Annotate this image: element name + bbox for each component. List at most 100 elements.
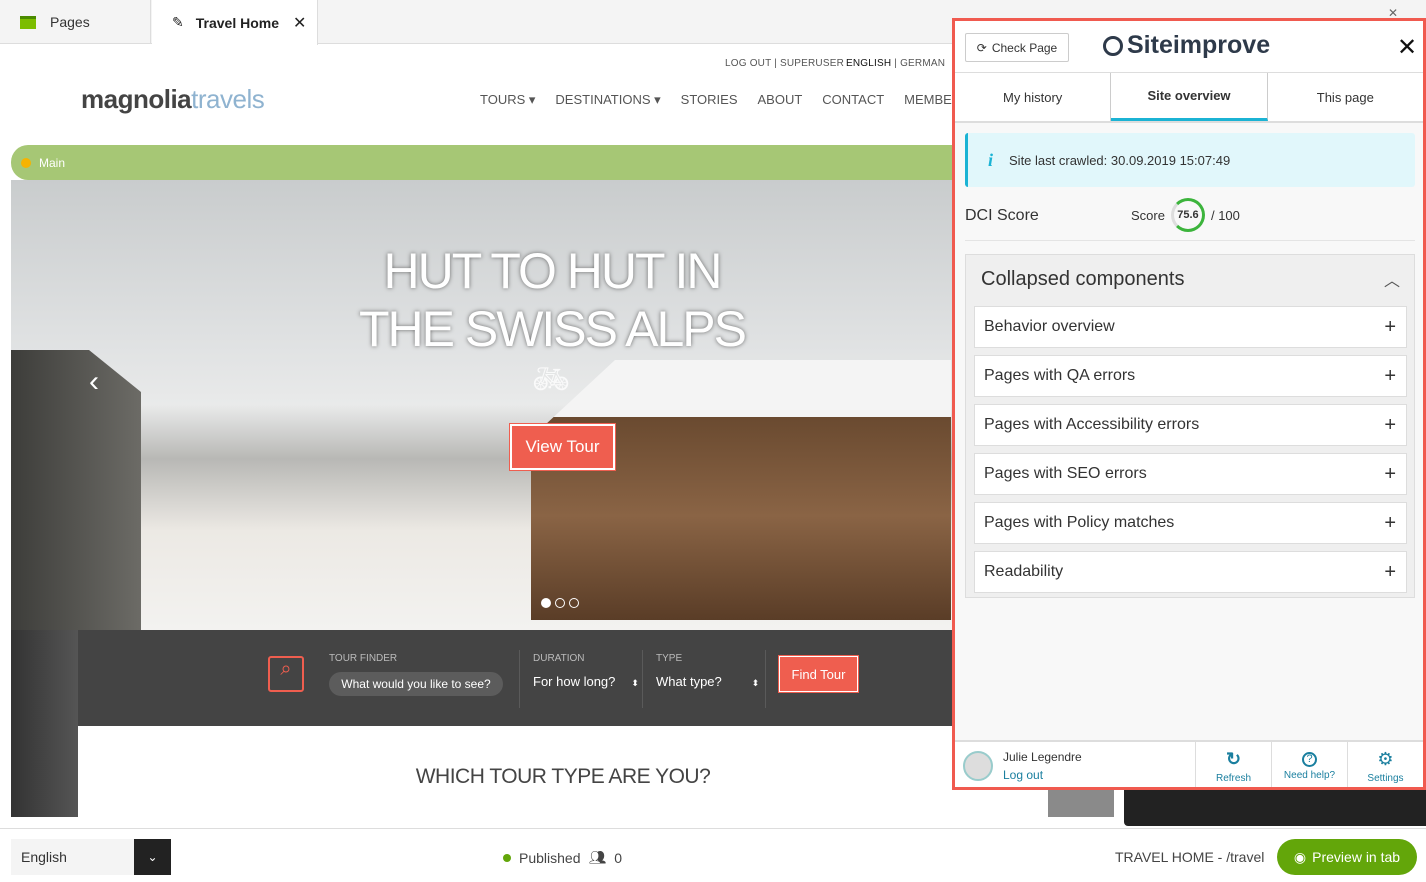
- refresh-icon: ⟳: [976, 40, 987, 55]
- hero-image-cabin: [531, 360, 951, 620]
- type-label: TYPE: [656, 653, 683, 664]
- hero-title: HUT TO HUT IN THE SWISS ALPS: [358, 243, 747, 357]
- dci-score-row: DCI Score Score 75.6/ 100: [965, 198, 1415, 241]
- logo-part1: magnolia: [81, 84, 192, 114]
- users-icon: 👥︎: [588, 849, 607, 865]
- refresh-icon: ↻: [1225, 748, 1242, 769]
- component-policy-matches[interactable]: Pages with Policy matches +: [974, 502, 1407, 544]
- status-dot-icon: [503, 853, 511, 862]
- nav-about[interactable]: ABOUT: [758, 92, 803, 108]
- logo-part2: travels: [191, 84, 265, 114]
- divider: [642, 650, 643, 708]
- panel-tabs: My history Site overview This page: [955, 73, 1423, 123]
- plus-icon: +: [1384, 315, 1396, 338]
- nav-contact[interactable]: CONTACT: [822, 92, 884, 108]
- avatar: [963, 751, 993, 781]
- prev-slide-icon[interactable]: ‹: [89, 365, 99, 399]
- main-nav: TOURS ▾ DESTINATIONS ▾ STORIES ABOUT CON…: [480, 92, 970, 108]
- section-title: WHICH TOUR TYPE ARE YOU?: [415, 765, 711, 788]
- tab-travel-home[interactable]: ✎ Travel Home ✕: [152, 0, 318, 45]
- dci-label: DCI Score: [965, 207, 1039, 224]
- thumbnail-image: [1048, 787, 1114, 817]
- publish-status: Published 👥︎ 0: [503, 849, 622, 866]
- component-accessibility-errors[interactable]: Pages with Accessibility errors +: [974, 404, 1407, 446]
- tab-site-overview[interactable]: Site overview: [1111, 73, 1268, 121]
- plus-icon: +: [1384, 560, 1396, 583]
- plus-icon: +: [1384, 511, 1396, 534]
- siteimprove-panel: ⟳ Check Page Siteimprove ✕ My history Sit…: [952, 18, 1426, 790]
- close-tab-icon[interactable]: ✕: [293, 13, 306, 33]
- tab-travel-home-label: Travel Home: [195, 14, 279, 31]
- chevron-down-icon[interactable]: ⌄: [134, 839, 171, 875]
- user-name: Julie Legendre: [1003, 750, 1082, 764]
- component-seo-errors[interactable]: Pages with SEO errors +: [974, 453, 1407, 495]
- slide-dot[interactable]: [569, 598, 579, 608]
- nav-destinations[interactable]: DESTINATIONS ▾: [555, 92, 660, 108]
- area-dot-icon: [21, 157, 31, 168]
- footer-divider: [0, 828, 1426, 829]
- help-button[interactable]: ? Need help?: [1271, 742, 1347, 787]
- collapsed-components: Collapsed components ︿ Behavior overview…: [965, 254, 1415, 598]
- site-logo[interactable]: magnoliatravels: [81, 84, 265, 115]
- area-bar-main[interactable]: Main: [11, 145, 952, 180]
- logout-link[interactable]: LOG OUT | SUPERUSER: [725, 58, 844, 69]
- crawl-info: i Site last crawled: 30.09.2019 15:07:49: [965, 133, 1415, 187]
- chevron-up-icon[interactable]: ︿: [1384, 267, 1400, 291]
- plus-icon: +: [1384, 413, 1396, 436]
- user-info: Julie Legendre Log out: [955, 742, 1195, 787]
- language-switch[interactable]: ENGLISH | GERMAN: [846, 58, 945, 69]
- component-readability[interactable]: Readability +: [974, 551, 1407, 593]
- eye-icon: ◉: [1293, 848, 1307, 865]
- score-ring: 75.6: [1170, 198, 1205, 232]
- pages-icon: [20, 15, 36, 29]
- preview-in-tab-button[interactable]: ◉ Preview in tab: [1277, 839, 1417, 875]
- hero-image-left-cabin: [11, 350, 141, 630]
- slide-dot[interactable]: [555, 598, 565, 608]
- page-path: TRAVEL HOME - /travel: [1115, 849, 1265, 865]
- gear-icon: ⚙: [1377, 748, 1394, 769]
- tab-this-page[interactable]: This page: [1268, 73, 1423, 121]
- nav-stories[interactable]: STORIES: [681, 92, 738, 108]
- slide-dots: [541, 598, 579, 608]
- plus-icon: +: [1384, 462, 1396, 485]
- divider: [765, 650, 766, 708]
- find-tour-button[interactable]: Find Tour: [778, 655, 859, 693]
- duration-select[interactable]: For how long? ⬍: [533, 674, 639, 689]
- nav-tours[interactable]: TOURS ▾: [480, 92, 535, 108]
- hero-banner: ‹ HUT TO HUT IN THE SWISS ALPS 🚲︎ View T…: [11, 180, 952, 630]
- tab-my-history[interactable]: My history: [955, 73, 1112, 121]
- tab-pages[interactable]: Pages: [0, 0, 151, 44]
- plus-icon: +: [1384, 364, 1396, 387]
- close-panel-icon[interactable]: ✕: [1397, 33, 1417, 62]
- map-search-icon: ⌕: [268, 656, 304, 692]
- slide-dot[interactable]: [541, 598, 551, 608]
- component-qa-errors[interactable]: Pages with QA errors +: [974, 355, 1407, 397]
- help-icon: ?: [1302, 751, 1317, 767]
- logout-link[interactable]: Log out: [1003, 768, 1082, 782]
- settings-button[interactable]: ⚙ Settings: [1347, 742, 1423, 787]
- bike-icon: 🚲︎: [532, 363, 571, 396]
- dark-block: [1124, 787, 1426, 826]
- check-page-button[interactable]: ⟳ Check Page: [965, 33, 1069, 62]
- info-icon: i: [988, 149, 994, 170]
- panel-footer: Julie Legendre Log out ↻ Refresh ? Need hel…: [955, 740, 1423, 787]
- dci-score: Score 75.6/ 100: [1131, 198, 1240, 232]
- lang-english[interactable]: ENGLISH: [846, 58, 891, 69]
- tour-finder: ⌕ TOUR FINDER What would you like to see…: [78, 630, 952, 726]
- users-count: 0: [614, 849, 623, 866]
- divider: [519, 650, 520, 708]
- panel-header: ⟳ Check Page Siteimprove ✕: [955, 21, 1423, 73]
- status-label: Published: [519, 849, 581, 866]
- tour-search-input[interactable]: What would you like to see?: [329, 672, 503, 696]
- crawl-info-text: Site last crawled: 30.09.2019 15:07:49: [1009, 152, 1231, 168]
- refresh-button[interactable]: ↻ Refresh: [1195, 742, 1271, 787]
- area-label: Main: [39, 155, 66, 170]
- lang-german[interactable]: | GERMAN: [894, 58, 945, 69]
- collapsed-components-title: Collapsed components: [981, 268, 1185, 290]
- siteimprove-logo-icon: [1103, 35, 1123, 56]
- view-tour-button[interactable]: View Tour: [509, 423, 616, 471]
- background-image-strip: [11, 630, 78, 817]
- type-select[interactable]: What type? ⬍: [656, 674, 759, 689]
- component-behavior-overview[interactable]: Behavior overview +: [974, 306, 1407, 348]
- tour-finder-label: TOUR FINDER: [329, 653, 398, 664]
